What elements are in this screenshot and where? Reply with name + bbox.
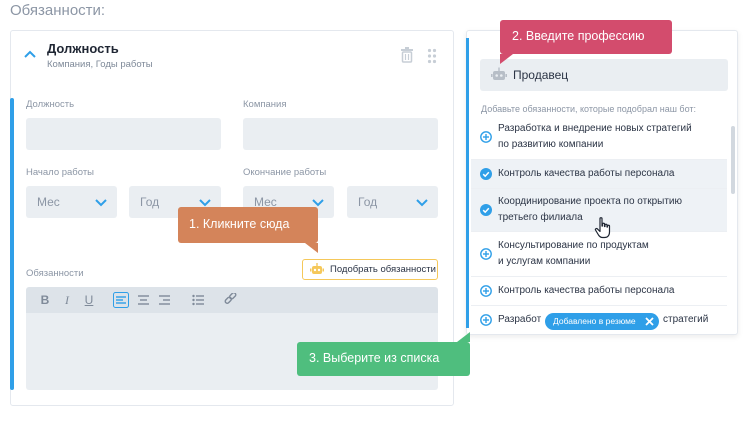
list-item-text: Контроль качества работы персонала (498, 285, 675, 296)
list-item-text: Разработка и внедрение новых стратегий по… (498, 123, 692, 150)
add-circle-icon (480, 248, 492, 260)
start-date-label: Начало работы (26, 167, 95, 178)
step3-tooltip: 3. Выберите из списка (297, 342, 470, 376)
robot-icon (310, 263, 324, 274)
robot-icon (491, 67, 507, 80)
position-input[interactable] (26, 118, 221, 150)
card-subtitle: Компания, Годы работы (47, 59, 153, 70)
align-center-icon[interactable] (137, 294, 150, 306)
section-title: Обязанности: (10, 2, 106, 19)
suggestions-hint: Добавьте обязанности, которые подобрал н… (481, 104, 697, 114)
step1-tooltip: 1. Кликните сюда (178, 207, 318, 243)
start-month-value: Мес (37, 195, 60, 209)
list-item[interactable]: Контроль качества работы персонала (471, 160, 727, 189)
card-accent-bar (10, 98, 14, 390)
start-year-value: Год (140, 195, 160, 209)
check-circle-icon (480, 204, 492, 216)
align-left-icon[interactable] (113, 292, 129, 308)
list-item[interactable]: Консультирование по продуктам и услугам к… (471, 235, 727, 277)
underline-button[interactable]: U (82, 292, 96, 308)
chevron-down-icon (199, 199, 211, 207)
align-right-icon[interactable] (158, 294, 171, 306)
chevron-down-icon (312, 199, 324, 207)
added-badge-label: Добавлено в резюме (553, 316, 636, 326)
pick-duties-button[interactable]: Подобрать обязанности (302, 259, 438, 280)
chevron-down-icon (95, 199, 107, 207)
company-label: Компания (243, 99, 287, 110)
added-to-resume-badge: Добавлено в резюме (545, 313, 659, 330)
position-label: Должность (26, 99, 75, 110)
italic-button[interactable]: I (60, 292, 74, 308)
company-input[interactable] (243, 118, 438, 150)
link-icon[interactable] (224, 293, 237, 306)
add-circle-icon (480, 131, 492, 143)
chevron-down-icon (416, 199, 428, 207)
duties-label: Обязанности (26, 268, 84, 279)
bullet-list-icon[interactable] (192, 294, 205, 306)
list-item[interactable]: Разработка и внедрение новых стратегий по… (471, 119, 727, 160)
list-item-text: Консультирование по продуктам и услугам к… (498, 240, 649, 267)
end-year-select[interactable]: Год (347, 186, 438, 218)
bold-button[interactable]: B (38, 292, 52, 308)
add-circle-icon (480, 285, 492, 297)
end-date-label: Окончание работы (243, 167, 327, 178)
add-circle-icon (480, 314, 492, 326)
check-circle-icon (480, 168, 492, 180)
close-icon[interactable] (645, 317, 654, 326)
step2-tooltip-tail (500, 54, 513, 64)
step2-tooltip: 2. Введите профессию (500, 20, 672, 54)
list-item-text: Контроль качества работы персонала (498, 168, 675, 179)
panel-accent-bar (466, 38, 469, 328)
start-month-select[interactable]: Мес (26, 186, 117, 218)
pick-duties-label: Подобрать обязанности (330, 264, 436, 275)
card-title: Должность (47, 41, 119, 56)
drag-handle-icon[interactable] (427, 48, 437, 64)
chevron-up-icon[interactable] (24, 49, 36, 59)
profession-value: Продавец (513, 68, 569, 82)
scrollbar[interactable] (731, 126, 735, 194)
hand-cursor-icon (594, 217, 611, 239)
list-item[interactable]: Контроль качества работы персонала (471, 277, 727, 306)
step3-tooltip-tail (457, 332, 470, 342)
trash-icon[interactable] (400, 47, 414, 63)
step1-tooltip-tail (305, 243, 318, 253)
end-year-value: Год (358, 195, 378, 209)
